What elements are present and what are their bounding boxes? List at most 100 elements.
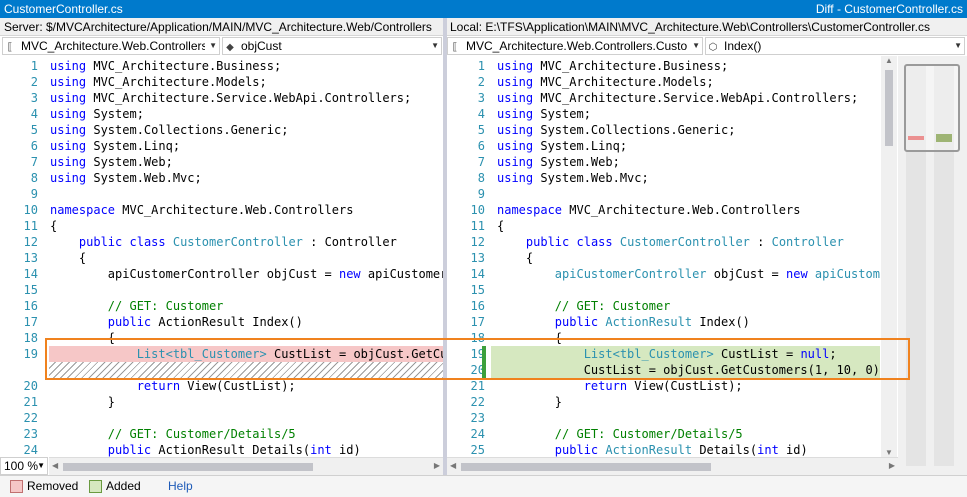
scroll-down-icon[interactable]: ▼ (881, 448, 897, 457)
line-number: 24 (470, 427, 485, 441)
code-line[interactable]: 3 using MVC_Architecture.Service.WebApi.C… (447, 90, 880, 106)
code-text: return View(CustList); (50, 378, 296, 394)
code-line[interactable]: 16 // GET: Customer (0, 298, 443, 314)
code-token: using (50, 75, 87, 89)
code-token: new (338, 267, 361, 281)
scroll-thumb[interactable] (63, 463, 313, 471)
code-line[interactable]: 11 { (447, 218, 880, 234)
code-line[interactable]: 1 using MVC_Architecture.Business; (0, 58, 443, 74)
code-line[interactable]: 9 (447, 186, 880, 202)
pane-splitter[interactable] (443, 18, 447, 475)
code-line[interactable]: 24 // GET: Customer/Details/5 (447, 426, 880, 442)
code-line[interactable]: 21 return View(CustList); (447, 378, 880, 394)
code-token: Index() (692, 315, 750, 329)
code-token: return (583, 379, 628, 393)
overview-viewport[interactable] (904, 64, 960, 152)
scroll-thumb[interactable] (461, 463, 711, 471)
right-horizontal-scrollbar[interactable]: ◀ ▶ (447, 457, 898, 475)
code-line[interactable]: 10 namespace MVC_Architecture.Web.Control… (447, 202, 880, 218)
code-line[interactable]: 12 public class CustomerController : Con… (0, 234, 443, 250)
code-line[interactable]: 2 using MVC_Architecture.Models; (447, 74, 880, 90)
code-line[interactable]: 7 using System.Web; (0, 154, 443, 170)
line-number: 3 (477, 91, 485, 105)
removed-label: Removed (27, 479, 79, 493)
scroll-right-icon[interactable]: ▶ (434, 461, 440, 470)
code-token: ActionResult Index() (151, 315, 303, 329)
code-token: using (497, 91, 534, 105)
class-icon: ⟦ (452, 42, 458, 53)
right-vertical-scrollbar[interactable]: ▲ ▼ (881, 56, 897, 457)
right-type-dropdown[interactable]: ⟦ MVC_Architecture.Web.Controllers.Custo… (447, 37, 703, 55)
left-member-value: objCust (241, 39, 282, 53)
code-line[interactable]: 5 using System.Collections.Generic; (0, 122, 443, 138)
code-line[interactable]: 24 public ActionResult Details(int id) (0, 442, 443, 457)
code-line[interactable]: 23 // GET: Customer/Details/5 (0, 426, 443, 442)
code-line[interactable]: 17 public ActionResult Index() (0, 314, 443, 330)
left-horizontal-scrollbar[interactable]: ◀ ▶ (49, 457, 443, 475)
code-line[interactable]: 14 apiCustomerController objCust = new a… (447, 266, 880, 282)
code-line[interactable]: 4 using System; (447, 106, 880, 122)
code-token: using (497, 75, 534, 89)
code-line[interactable]: 16 // GET: Customer (447, 298, 880, 314)
code-line[interactable]: 7 using System.Web; (447, 154, 880, 170)
line-number: 7 (477, 155, 485, 169)
code-line[interactable]: 10 namespace MVC_Architecture.Web.Control… (0, 202, 443, 218)
code-line[interactable]: 15 (0, 282, 443, 298)
scroll-right-icon[interactable]: ▶ (889, 461, 895, 470)
help-link[interactable]: Help (168, 476, 193, 496)
code-line[interactable]: 17 public ActionResult Index() (447, 314, 880, 330)
left-code-pane[interactable]: 1 using MVC_Architecture.Business; 2 using … (0, 56, 443, 457)
code-line[interactable]: 13 { (0, 250, 443, 266)
diff-window-title[interactable]: Diff - CustomerController.cs (816, 1, 963, 17)
code-line[interactable]: 6 using System.Linq; (0, 138, 443, 154)
left-type-dropdown[interactable]: ⟦ MVC_Architecture.Web.Controllers ▼ (2, 37, 220, 55)
code-line[interactable]: 22 (0, 410, 443, 426)
right-code-pane[interactable]: 1 using MVC_Architecture.Business; 2 using … (447, 56, 880, 457)
code-token: using (50, 171, 87, 185)
line-number: 10 (470, 203, 485, 217)
code-line[interactable]: 8 using System.Web.Mvc; (0, 170, 443, 186)
scroll-up-icon[interactable]: ▲ (881, 56, 897, 65)
line-number: 17 (23, 315, 38, 329)
code-token: // GET: Customer (107, 299, 224, 313)
left-document-tab[interactable]: CustomerController.cs (4, 1, 123, 17)
code-line[interactable]: 6 using System.Linq; (447, 138, 880, 154)
scroll-left-icon[interactable]: ◀ (52, 461, 58, 470)
code-line[interactable]: 1 using MVC_Architecture.Business; (447, 58, 880, 74)
line-number: 16 (470, 299, 485, 313)
code-line[interactable]: 13 { (447, 250, 880, 266)
line-number: 4 (477, 107, 485, 121)
code-token: using (497, 123, 534, 137)
code-line[interactable]: 2 using MVC_Architecture.Models; (0, 74, 443, 90)
code-line[interactable]: 15 (447, 282, 880, 298)
code-token: } (497, 395, 563, 409)
code-line[interactable]: 9 (0, 186, 443, 202)
code-line[interactable]: 3 using MVC_Architecture.Service.WebApi.C… (0, 90, 443, 106)
code-text: public class CustomerController : Contro… (497, 234, 844, 250)
code-line[interactable]: 22 } (447, 394, 880, 410)
code-token: id) (331, 443, 361, 457)
left-member-dropdown[interactable]: ◆ objCust ▼ (222, 37, 442, 55)
code-line[interactable]: 25 public ActionResult Details(int id) (447, 442, 880, 457)
code-line[interactable]: 23 (447, 410, 880, 426)
code-line[interactable]: 20 return View(CustList); (0, 378, 443, 394)
code-line[interactable]: 14 apiCustomerController objCust = new a… (0, 266, 443, 282)
code-line[interactable]: 12 public class CustomerController : Con… (447, 234, 880, 250)
code-line[interactable]: 8 using System.Web.Mvc; (447, 170, 880, 186)
code-line[interactable]: 5 using System.Collections.Generic; (447, 122, 880, 138)
code-text: apiCustomerController objCust = new apiC… (497, 266, 880, 282)
code-line[interactable]: 21 } (0, 394, 443, 410)
title-bar: CustomerController.cs Diff - CustomerCon… (0, 0, 967, 18)
code-line[interactable]: 4 using System; (0, 106, 443, 122)
code-line[interactable]: 11 { (0, 218, 443, 234)
zoom-dropdown[interactable]: 100 % ▼ (0, 457, 48, 475)
scroll-thumb[interactable] (885, 70, 893, 146)
right-member-dropdown[interactable]: ⬡ Index() ▼ (705, 37, 965, 55)
code-text: using System.Collections.Generic; (497, 122, 735, 138)
scroll-left-icon[interactable]: ◀ (450, 461, 456, 470)
diff-overview-margin[interactable] (898, 56, 967, 475)
